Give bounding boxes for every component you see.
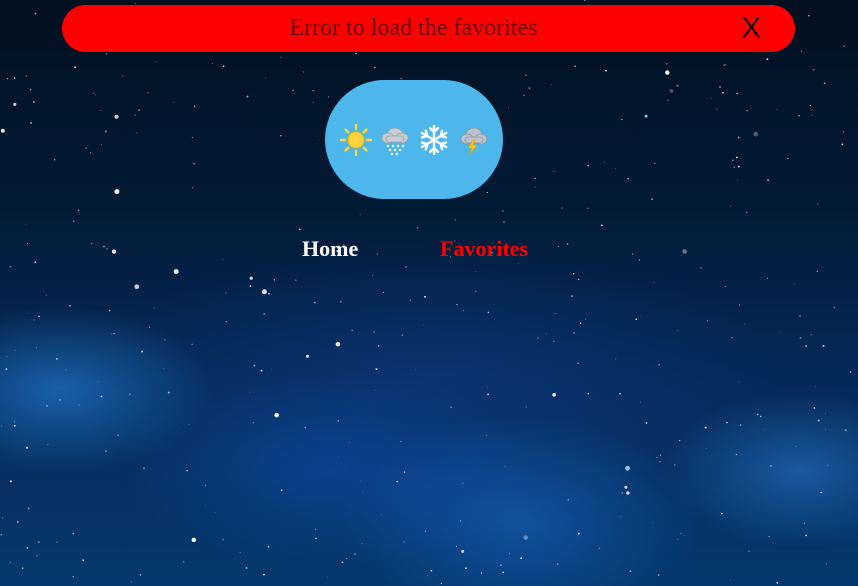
- snowflake-icon: [417, 123, 451, 157]
- sun-icon: [339, 123, 373, 157]
- nav-home-link[interactable]: Home: [302, 236, 358, 262]
- close-button[interactable]: X: [742, 14, 761, 43]
- rain-cloud-icon: [378, 123, 412, 157]
- weather-logo: [325, 80, 503, 199]
- nav-favorites-link[interactable]: Favorites: [440, 236, 528, 262]
- thunder-cloud-icon: [456, 123, 490, 157]
- error-message: Error to load the favorites: [289, 15, 538, 41]
- main-navigation: Home Favorites: [0, 236, 858, 266]
- error-banner: Error to load the favorites X: [62, 5, 795, 52]
